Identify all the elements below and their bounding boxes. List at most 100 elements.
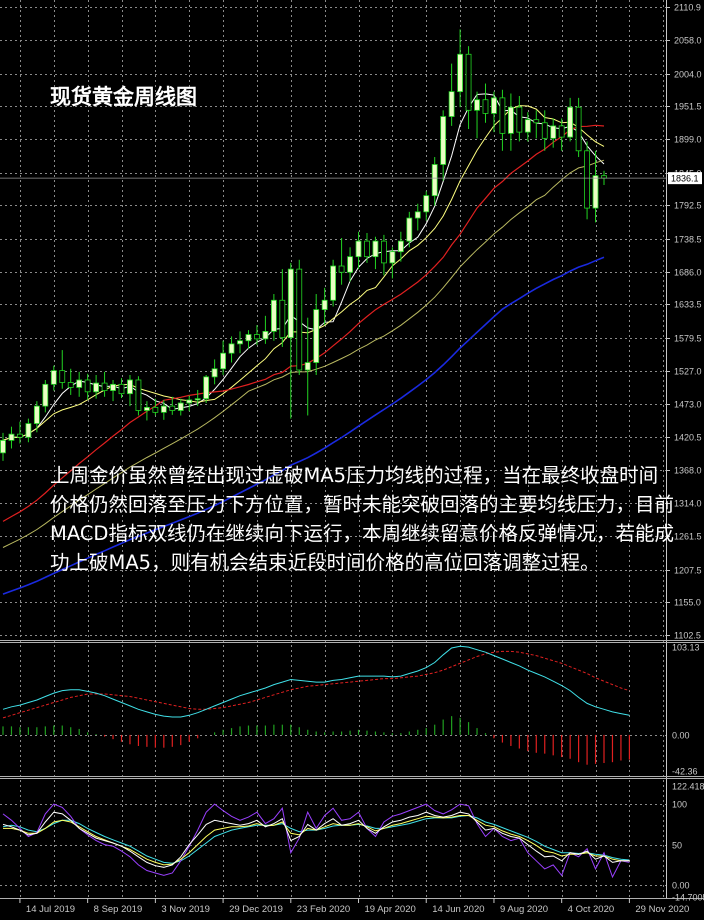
candle (245, 330, 252, 349)
candle-body (491, 97, 497, 114)
candle-body (67, 382, 74, 388)
candle-body (355, 240, 362, 258)
osc-yellow-line (3, 815, 630, 866)
candle (474, 91, 480, 139)
candle (118, 378, 125, 399)
candle (50, 365, 57, 391)
candle (186, 395, 193, 412)
candle (423, 191, 430, 221)
osc-white-line (2, 811, 630, 868)
candle (135, 376, 142, 416)
candle-body (524, 119, 531, 133)
candle-body (127, 379, 133, 395)
candle (321, 287, 328, 326)
candle (347, 247, 353, 282)
candle-body (431, 164, 438, 197)
candle-body (567, 106, 574, 138)
candle-body (465, 53, 472, 111)
candle-body (135, 379, 142, 411)
candle-body (533, 119, 540, 124)
candle-body (101, 382, 108, 391)
candle (567, 97, 574, 142)
candle-body (118, 383, 125, 395)
price-tick-label: 1527.0 (674, 367, 702, 377)
candle (524, 112, 531, 142)
candle (110, 379, 116, 402)
time-tick-label: 4 Oct 2020 (568, 904, 614, 915)
candle (228, 336, 235, 363)
candle (76, 371, 83, 397)
candle-body (194, 398, 201, 401)
candle-body (406, 217, 413, 242)
price-tick-label: 2110.9 (674, 3, 701, 13)
candle (17, 421, 23, 444)
candle-body (448, 91, 455, 117)
price-tick-label: 1951.5 (674, 102, 702, 112)
candle-body (254, 334, 260, 340)
candle (127, 374, 133, 407)
candle-body (296, 268, 303, 371)
candle-body (262, 331, 269, 340)
price-axis: 2110.92058.02004.01951.51899.01845.01792… (0, 0, 704, 903)
candle (203, 374, 210, 404)
candle-body (313, 309, 320, 363)
candle-body (177, 402, 184, 411)
candle-body (397, 240, 404, 253)
time-tick-label: 19 Apr 2020 (365, 904, 416, 915)
candle-body (50, 370, 57, 385)
candle (101, 371, 108, 397)
candle-body (381, 240, 387, 264)
candle (262, 315, 269, 344)
candle-body (25, 423, 32, 438)
candle-body (321, 299, 328, 311)
candle (516, 95, 523, 142)
candle-body (482, 99, 489, 114)
candle-body (558, 125, 565, 138)
oscillator-panel (2, 803, 630, 879)
ma5-line (2, 93, 605, 441)
candle (482, 83, 489, 123)
price-tick-label: 1155.0 (674, 598, 701, 608)
osc-tick-label: 0.00 (672, 881, 690, 891)
candle (364, 233, 370, 263)
macd-panel (2, 645, 630, 765)
candle-body (423, 195, 430, 213)
price-tick-label: 2058.0 (674, 36, 702, 46)
price-tick-label: 1686.0 (674, 268, 702, 278)
price-tick-label: 1420.5 (674, 433, 702, 443)
candle (499, 89, 506, 151)
candle-body (245, 334, 252, 342)
candle (381, 234, 387, 276)
macd-main-line (2, 645, 630, 718)
candle-body (220, 352, 226, 370)
gold-weekly-chart: 2110.92058.02004.01951.51899.01845.01792… (0, 0, 704, 915)
candle-body (228, 343, 235, 354)
time-tick-label: 9 Aug 2020 (500, 904, 548, 915)
candle (220, 340, 226, 375)
candle-body (42, 383, 49, 407)
ma10-line (2, 105, 605, 441)
candle-body (144, 406, 150, 411)
candle-body (592, 175, 599, 209)
candle-body (550, 125, 557, 139)
macd-tick-label: -42.36 (672, 767, 698, 777)
price-tick-label: 1314.0 (674, 499, 702, 509)
candle-body (93, 382, 100, 393)
candle (355, 231, 362, 270)
time-axis: 14 Jul 2019 8 Sep 2019 3 Nov 2019 29 Dec 20… (19, 898, 689, 915)
candle-body (152, 406, 159, 413)
price-tick-label: 1579.5 (674, 334, 702, 344)
candle-body (84, 379, 91, 393)
candle (491, 91, 497, 133)
candle (59, 350, 66, 389)
candle (84, 373, 91, 400)
time-tick-label: 23 Feb 2020 (297, 904, 350, 915)
candle (211, 359, 218, 385)
macd-signal-line (2, 650, 630, 719)
price-tick-label: 2004.0 (674, 70, 702, 80)
osc-tick-label: -14.7005 (672, 893, 704, 903)
candle-body (110, 383, 116, 391)
candle (558, 118, 565, 151)
candle-body (440, 116, 447, 165)
candle-body (474, 99, 480, 111)
